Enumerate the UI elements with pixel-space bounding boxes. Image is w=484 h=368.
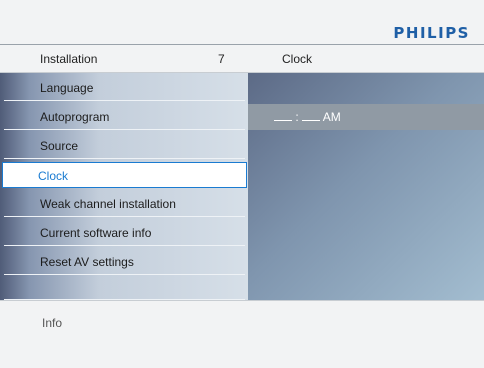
- hour-blank[interactable]: [274, 108, 292, 121]
- menu-item-autoprogram[interactable]: Autoprogram: [4, 104, 245, 130]
- philips-logo: PHILIPS: [393, 24, 470, 42]
- menu-item-clock[interactable]: Clock: [2, 162, 247, 188]
- minute-blank[interactable]: [302, 108, 321, 121]
- time-period[interactable]: AM: [323, 110, 341, 124]
- clock-time-field[interactable]: : AM: [274, 104, 341, 130]
- menu-item-current-software-info[interactable]: Current software info: [4, 220, 245, 246]
- header-divider: [0, 44, 484, 45]
- menu-title: Installation: [40, 52, 98, 66]
- menu-item-weak-channel-installation[interactable]: Weak channel installation: [4, 191, 245, 217]
- menu-item-reset-av-settings[interactable]: Reset AV settings: [4, 249, 245, 275]
- menu-item-empty: [4, 278, 245, 300]
- menu-header: Installation 7: [0, 46, 248, 72]
- menu-item-count: 7: [218, 52, 225, 66]
- time-separator: :: [295, 110, 299, 124]
- menu-item-source[interactable]: Source: [4, 133, 245, 159]
- info-label: Info: [42, 316, 63, 330]
- menu-item-language[interactable]: Language: [4, 75, 245, 101]
- footer-divider: [0, 300, 484, 301]
- submenu-title: Clock: [282, 52, 313, 66]
